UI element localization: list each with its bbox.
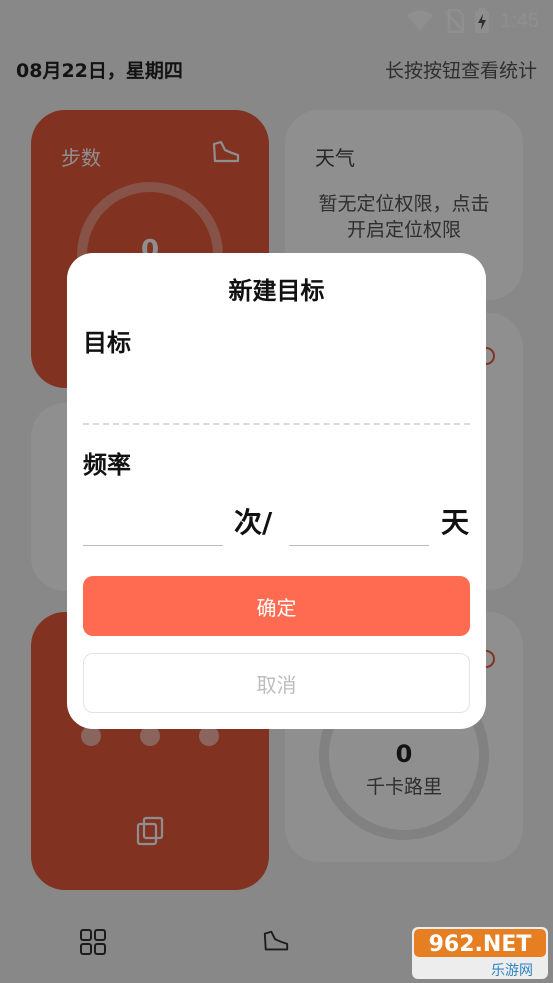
- svg-text:乐游网: 乐游网: [491, 963, 533, 979]
- days-input[interactable]: [289, 499, 429, 546]
- confirm-button[interactable]: 确定: [83, 576, 470, 636]
- days-unit: 天: [441, 506, 470, 539]
- confirm-button-label: 确定: [256, 595, 297, 620]
- cancel-button-label: 取消: [256, 672, 297, 697]
- dialog-title: 新建目标: [228, 277, 325, 305]
- new-goal-dialog: 新建目标 目标 频率 次/ 天 确定 取消: [67, 253, 486, 729]
- goal-input[interactable]: [83, 358, 470, 415]
- svg-text:962.NET: 962.NET: [429, 932, 532, 957]
- times-input[interactable]: [83, 499, 223, 546]
- goal-divider: [83, 423, 470, 425]
- watermark-logo: 962.NET 乐游网: [412, 927, 548, 979]
- goal-label: 目标: [83, 329, 131, 357]
- cancel-button[interactable]: 取消: [83, 653, 470, 713]
- times-unit: 次/: [234, 506, 273, 539]
- frequency-label: 频率: [83, 451, 131, 479]
